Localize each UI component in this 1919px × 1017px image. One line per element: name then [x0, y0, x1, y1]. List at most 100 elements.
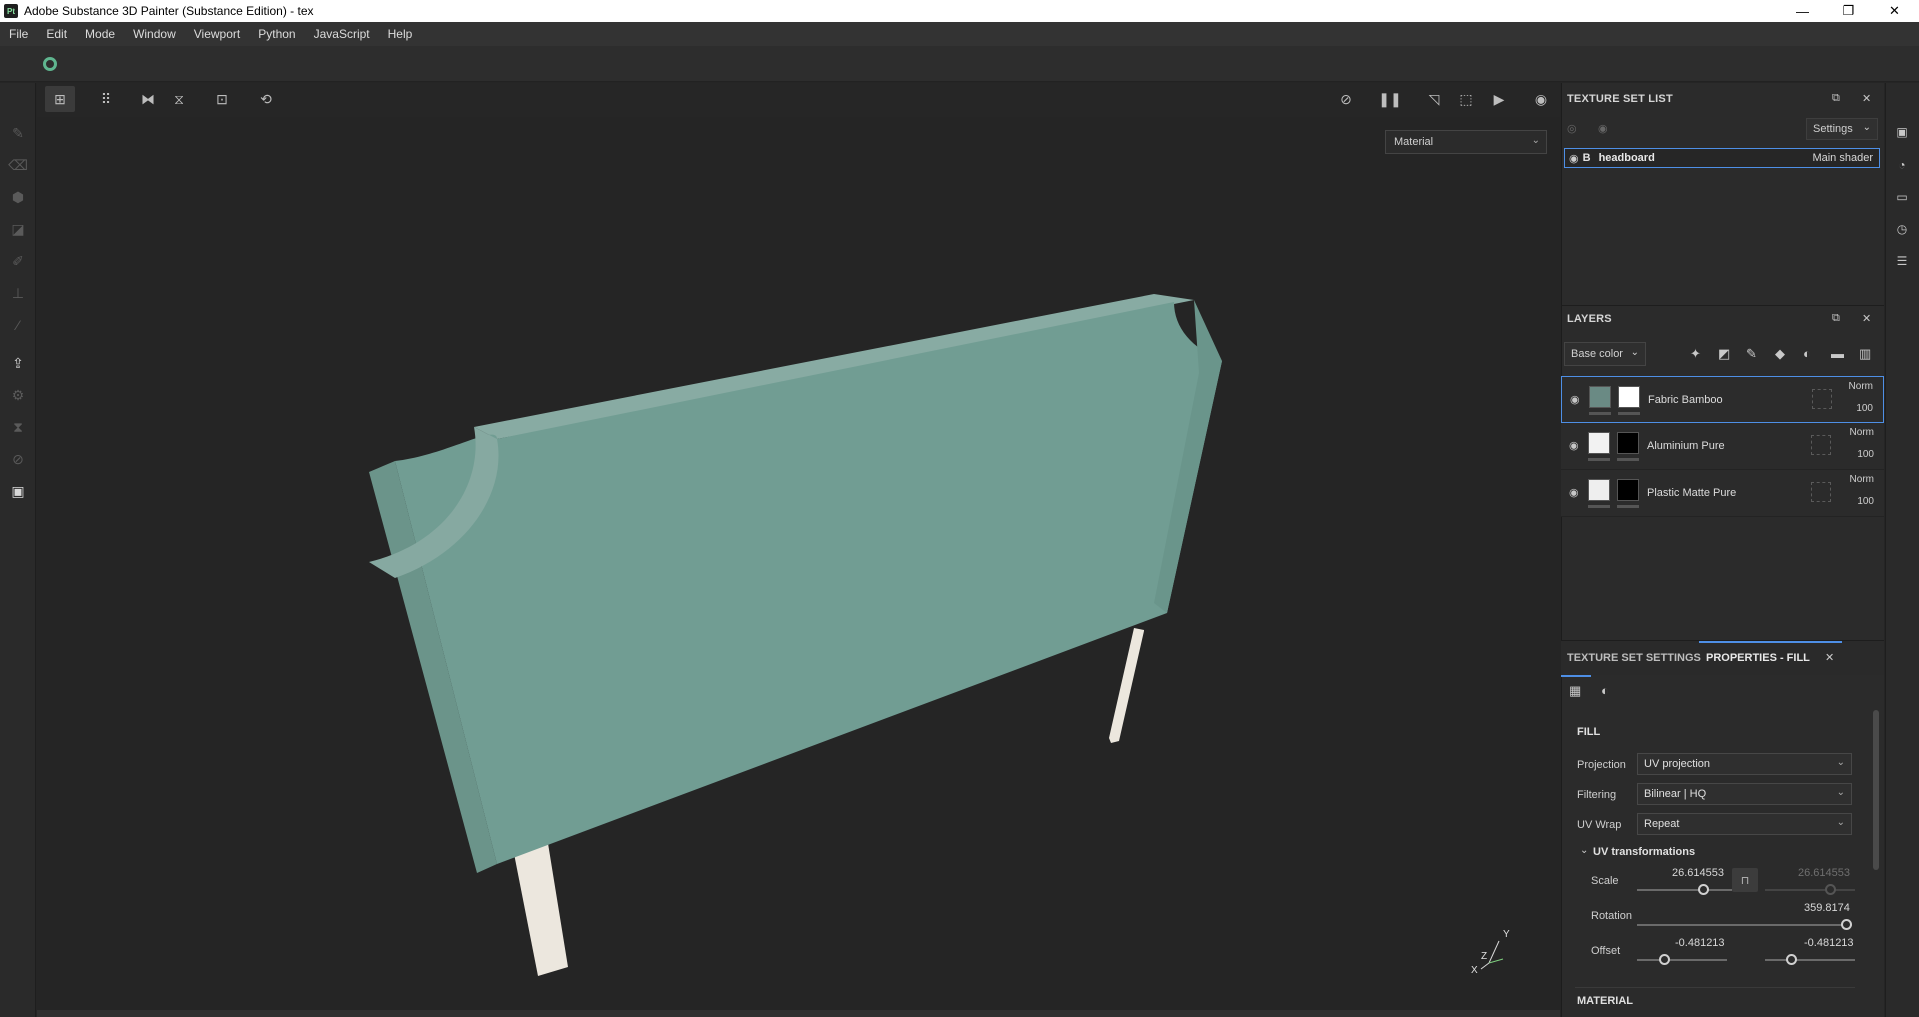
menu-file[interactable]: File [0, 27, 37, 41]
add-paint-layer-icon[interactable]: ✎ [1746, 346, 1757, 362]
scale-u-knob[interactable] [1698, 884, 1709, 895]
offset-u-slider[interactable] [1637, 959, 1727, 961]
assets-icon[interactable]: ▭ [1893, 188, 1911, 206]
filtering-dropdown[interactable]: Bilinear | HQ ⌄ [1637, 783, 1852, 805]
close-icon[interactable]: ✕ [1825, 651, 1834, 664]
visibility-eye-icon[interactable]: ◉ [1569, 152, 1579, 165]
add-fill-layer-icon[interactable]: ◆ [1775, 346, 1785, 362]
grid-dots-icon[interactable]: ⠿ [91, 86, 121, 112]
polygon-fill-icon[interactable]: ◪ [8, 219, 28, 239]
projection-dropdown[interactable]: UV projection ⌄ [1637, 753, 1852, 775]
offset-v-slider[interactable] [1765, 959, 1855, 961]
scale-u-value[interactable]: 26.614553 [1672, 867, 1724, 879]
offset-v-knob[interactable] [1786, 954, 1797, 965]
fill-settings-icon[interactable]: ▦ [1569, 683, 1581, 699]
rotation-slider[interactable] [1637, 924, 1852, 926]
offset-u-knob[interactable] [1659, 954, 1670, 965]
properties-scrollbar[interactable] [1873, 710, 1879, 870]
hourglass-icon[interactable]: ⧗ [8, 417, 28, 437]
uv-wrap-dropdown[interactable]: Repeat ⌄ [1637, 813, 1852, 835]
texture-set-row[interactable]: ◉ B headboard Main shader [1564, 148, 1880, 168]
material-sphere-icon[interactable]: ◐ [1601, 683, 1609, 698]
mirror-x-icon[interactable]: ⧓ [133, 86, 163, 112]
offset-v-value[interactable]: -0.481213 [1804, 937, 1854, 949]
visibility-eye-icon[interactable]: ◉ [1569, 486, 1579, 499]
rotation-knob[interactable] [1841, 919, 1852, 930]
maximize-button[interactable]: ❐ [1826, 0, 1871, 22]
screenshot-icon[interactable]: ◉ [1526, 86, 1556, 112]
3d-viewport[interactable]: Y Z X [37, 83, 1560, 1017]
log-icon[interactable]: ☰ [1893, 252, 1911, 270]
menu-mode[interactable]: Mode [76, 27, 124, 41]
mirror-y-icon[interactable]: ⧖ [164, 86, 194, 112]
substance-icon[interactable] [43, 57, 57, 71]
scale-v-value[interactable]: 26.614553 [1798, 867, 1850, 879]
clone-stamp-icon[interactable]: ⊥ [8, 283, 28, 303]
paint-brush-icon[interactable]: ✎ [8, 123, 28, 143]
layer-row-plastic-matte-pure[interactable]: ◉ Plastic Matte Pure Norm 100 [1561, 470, 1884, 517]
headboard-mesh[interactable] [37, 83, 1560, 1017]
shader-settings-icon[interactable]: ◔ [1893, 156, 1911, 174]
hide-eye-icon[interactable]: ◎ [1567, 122, 1577, 135]
bake-icon[interactable]: ⚙ [8, 385, 28, 405]
projection-icon[interactable]: ⬢ [8, 187, 28, 207]
lock-icon[interactable]: ⊓ [1732, 868, 1758, 892]
layer-name[interactable]: Plastic Matte Pure [1647, 487, 1736, 499]
display-settings-icon[interactable]: ▣ [1893, 123, 1911, 141]
history-icon[interactable]: ◷ [1893, 220, 1911, 238]
history-icon[interactable]: ⟲ [251, 86, 281, 112]
close-icon[interactable]: ✕ [1862, 312, 1871, 325]
uv-transformations-title[interactable]: UV transformations [1593, 846, 1695, 858]
trash-icon[interactable]: ▥ [1859, 346, 1871, 362]
hide-icon[interactable]: ⊘ [1331, 86, 1361, 112]
layer-name[interactable]: Aluminium Pure [1647, 440, 1725, 452]
layer-opacity[interactable]: 100 [1856, 403, 1873, 414]
channel-dropdown[interactable]: Base color ⌄ [1564, 342, 1646, 366]
menu-python[interactable]: Python [249, 27, 304, 41]
uv-icon[interactable]: ⊘ [8, 449, 28, 469]
view-2d-icon[interactable]: ◹ [1419, 86, 1449, 112]
menu-window[interactable]: Window [124, 27, 185, 41]
view-3d-cube-icon[interactable]: ⬚ [1451, 86, 1481, 112]
add-effect-icon[interactable]: ✦ [1690, 346, 1701, 362]
camera-grid-icon[interactable]: ⊞ [45, 86, 75, 112]
collapse-chevron-icon[interactable]: ⌄ [1580, 845, 1588, 856]
layer-blend-mode[interactable]: Norm [1850, 474, 1874, 485]
scale-v-knob[interactable] [1825, 884, 1836, 895]
texture-set-shader[interactable]: Main shader [1812, 152, 1873, 164]
settings-dropdown[interactable]: Settings ⌄ [1806, 118, 1878, 140]
add-smart-material-icon[interactable]: ◐ [1803, 346, 1811, 361]
layer-name[interactable]: Fabric Bamboo [1648, 394, 1723, 406]
undock-icon[interactable]: ⧉ [1832, 312, 1840, 325]
layer-opacity[interactable]: 100 [1857, 449, 1874, 460]
export-icon[interactable]: ⇪ [8, 353, 28, 373]
add-mask-icon[interactable]: ◩ [1718, 346, 1730, 362]
camera-icon[interactable]: ▶ [1484, 86, 1514, 112]
show-eye-icon[interactable]: ◉ [1598, 122, 1608, 135]
display-mode-select[interactable]: Material ⌄ [1385, 130, 1547, 154]
scale-v-slider[interactable] [1765, 889, 1855, 891]
folder-icon[interactable]: ▬ [1831, 346, 1844, 361]
visibility-eye-icon[interactable]: ◉ [1570, 393, 1580, 406]
color-picker-icon[interactable]: ⁄ [8, 315, 28, 335]
layer-row-fabric-bamboo[interactable]: ◉ Fabric Bamboo Norm 100 [1561, 376, 1884, 423]
close-window-button[interactable]: ✕ [1872, 0, 1917, 22]
eraser-icon[interactable]: ⌫ [8, 155, 28, 175]
scale-u-slider[interactable] [1637, 889, 1732, 891]
menu-viewport[interactable]: Viewport [185, 27, 249, 41]
menu-edit[interactable]: Edit [37, 27, 76, 41]
undock-icon[interactable]: ⧉ [1832, 92, 1840, 105]
menu-javascript[interactable]: JavaScript [305, 27, 379, 41]
layer-opacity[interactable]: 100 [1857, 496, 1874, 507]
frame-icon[interactable]: ⊡ [207, 86, 237, 112]
pause-icon[interactable]: ❚❚ [1375, 86, 1405, 112]
smudge-icon[interactable]: ✐ [8, 251, 28, 271]
tab-properties-fill[interactable]: PROPERTIES - FILL [1706, 652, 1810, 664]
offset-u-value[interactable]: -0.481213 [1675, 937, 1725, 949]
rotation-value[interactable]: 359.8174 [1804, 902, 1850, 914]
visibility-eye-icon[interactable]: ◉ [1569, 439, 1579, 452]
close-icon[interactable]: ✕ [1862, 92, 1871, 105]
layer-blend-mode[interactable]: Norm [1850, 427, 1874, 438]
minimize-button[interactable]: — [1780, 0, 1825, 22]
layer-blend-mode[interactable]: Norm [1849, 381, 1873, 392]
